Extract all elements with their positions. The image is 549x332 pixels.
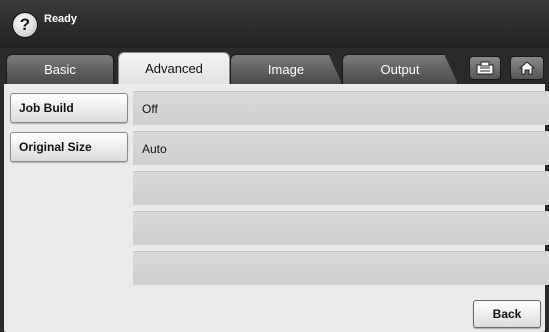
original-size-button[interactable]: Original Size	[10, 132, 128, 162]
status-text: Ready	[44, 13, 78, 25]
job-build-value-row: Off	[133, 91, 549, 125]
empty-row	[133, 171, 549, 205]
tab-row: Basic Advanced Image Output	[0, 48, 549, 84]
tab-output[interactable]: Output	[342, 54, 458, 84]
job-build-button[interactable]: Job Build	[10, 93, 128, 123]
original-size-value: Auto	[142, 141, 167, 156]
status-bar: ? Ready	[0, 0, 549, 48]
tab-image[interactable]: Image	[230, 54, 342, 84]
job-status-button[interactable]	[469, 56, 501, 80]
advanced-panel: Job Build Original Size Off Auto Back	[4, 84, 549, 332]
original-size-value-row: Auto	[133, 131, 549, 165]
job-build-value: Off	[142, 101, 158, 116]
back-button[interactable]: Back	[473, 300, 541, 328]
empty-row	[133, 251, 549, 285]
copy-screen: ? Ready Basic Advanced Image Output Job …	[0, 0, 549, 332]
job-status-icon	[476, 61, 494, 75]
home-icon	[519, 61, 535, 75]
empty-row	[133, 211, 549, 245]
home-button[interactable]	[510, 56, 544, 80]
help-icon[interactable]: ?	[12, 12, 38, 38]
tab-basic[interactable]: Basic	[6, 54, 114, 84]
tab-advanced[interactable]: Advanced	[118, 52, 230, 84]
